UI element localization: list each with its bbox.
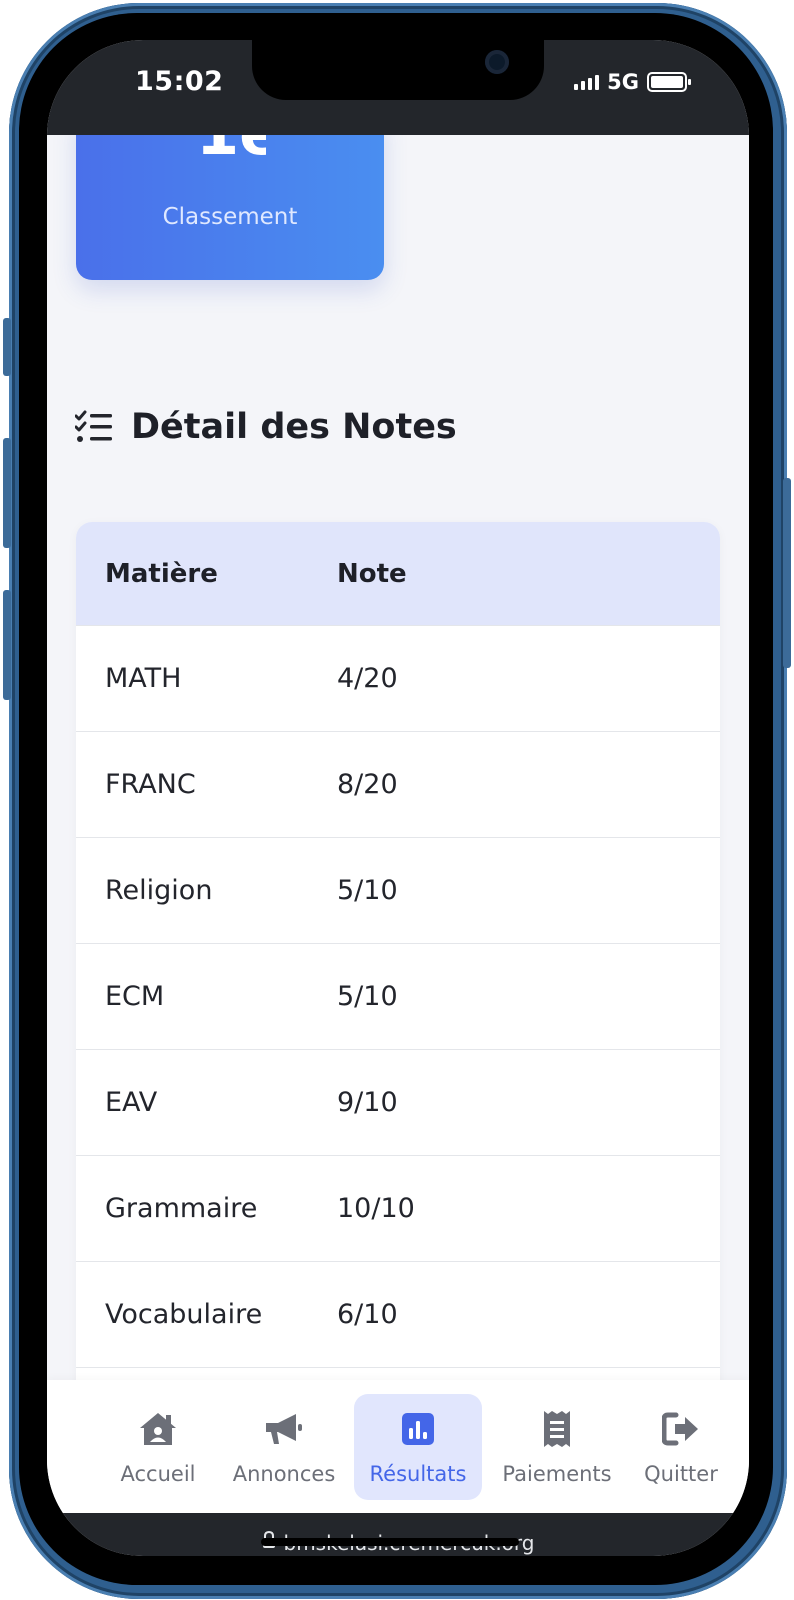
notch [252,40,544,100]
grade-cell: 6/10 [337,1299,398,1330]
nav-label-accueil: Accueil [120,1462,196,1486]
phone-screen: 15:02 5G 1er Classement Déta [47,40,749,1556]
table-row: ECM 5/10 [76,943,720,1049]
sign-out-icon [662,1412,698,1446]
nav-item-paiements[interactable]: Paiements [499,1394,615,1500]
volume-down-button [3,590,11,700]
table-row-partial [76,1367,720,1380]
nav-label-quitter: Quitter [644,1462,718,1486]
notes-table: Matière Note MATH 4/20 FRANC 8/20 Religi… [76,522,720,1380]
table-header: Matière Note [76,522,720,625]
browser-url[interactable]: bmskelasi.cremercuk.org [47,1513,749,1556]
nav-item-quitter[interactable]: Quitter [639,1394,723,1500]
checklist-icon [75,410,112,442]
column-header-grade: Note [337,558,407,589]
signal-icon [574,74,600,90]
battery-icon [647,72,691,92]
network-type: 5G [607,70,639,94]
volume-up-button [3,438,11,548]
receipt-icon [544,1411,570,1447]
column-header-subject: Matière [105,558,218,589]
table-row: EAV 9/10 [76,1049,720,1155]
table-row: Vocabulaire 6/10 [76,1261,720,1367]
status-time: 15:02 [135,66,224,97]
megaphone-icon [266,1414,302,1444]
grade-cell: 10/10 [337,1193,415,1224]
grade-cell: 4/20 [337,663,398,694]
section-title: Détail des Notes [75,407,457,447]
status-indicators: 5G [574,70,691,94]
nav-item-accueil[interactable]: Accueil [115,1394,201,1500]
subject-cell: FRANC [105,769,196,800]
nav-label-resultats: Résultats [369,1462,467,1486]
grade-cell: 8/20 [337,769,398,800]
table-row: MATH 4/20 [76,625,720,731]
bottom-nav: Accueil Annonces Résultats Paiements Qui… [47,1380,749,1513]
grade-cell: 9/10 [337,1087,398,1118]
table-row: Grammaire 10/10 [76,1155,720,1261]
nav-item-annonces[interactable]: Annonces [229,1394,339,1500]
subject-cell: Vocabulaire [105,1299,263,1330]
action-button [3,318,11,376]
status-bar: 15:02 5G [47,40,749,135]
rank-value: 1er [196,135,266,163]
grade-cell: 5/10 [337,875,398,906]
nav-label-paiements: Paiements [502,1462,612,1486]
subject-cell: EAV [105,1087,158,1118]
section-title-text: Détail des Notes [131,407,457,447]
subject-cell: Religion [105,875,213,906]
subject-cell: MATH [105,663,182,694]
page-content[interactable]: 1er Classement Détail des Notes Matière … [47,135,749,1380]
table-row: FRANC 8/20 [76,731,720,837]
subject-cell: Grammaire [105,1193,258,1224]
grade-cell: 5/10 [337,981,398,1012]
table-row: Religion 5/10 [76,837,720,943]
home-indicator[interactable] [261,1538,519,1546]
nav-item-resultats[interactable]: Résultats [354,1394,482,1500]
subject-cell: ECM [105,981,165,1012]
power-button [783,478,791,668]
rank-label: Classement [162,204,298,230]
nav-label-annonces: Annonces [232,1462,336,1486]
home-icon [140,1413,176,1445]
chart-icon [402,1413,434,1445]
front-camera [485,50,509,74]
rank-card: 1er Classement [76,135,384,280]
